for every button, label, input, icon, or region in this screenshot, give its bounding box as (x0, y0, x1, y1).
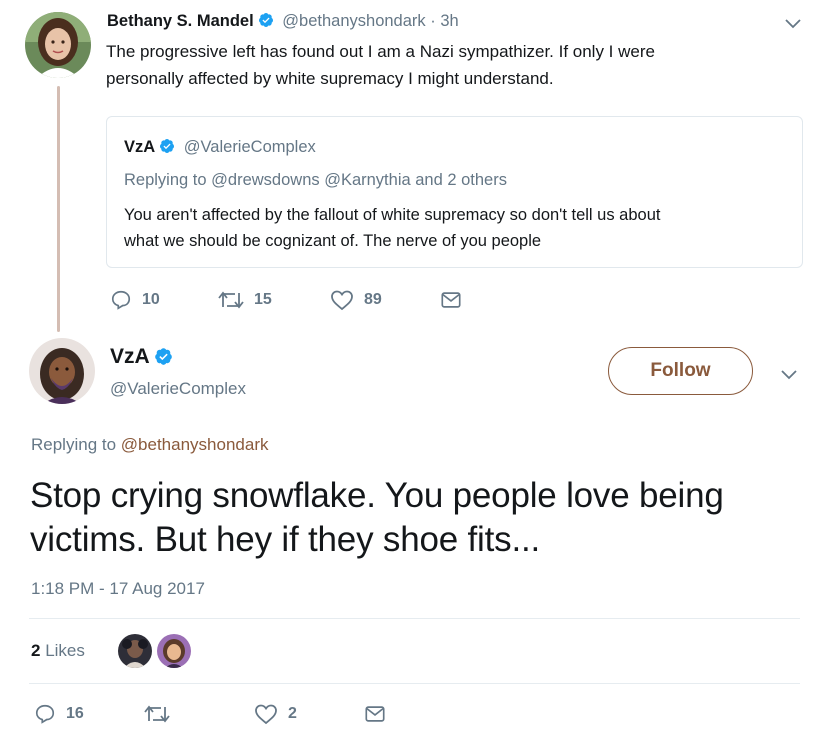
replying-prefix: Replying to (31, 435, 117, 454)
message-icon (365, 706, 385, 722)
avatar-bethany[interactable] (25, 12, 91, 78)
liker-avatar[interactable] (118, 634, 152, 668)
tweet-timestamp[interactable]: 1:18 PM - 17 Aug 2017 (31, 579, 205, 599)
author-handle[interactable]: @bethanyshondark (282, 12, 425, 30)
like-icon (255, 704, 277, 725)
retweet-count: 15 (254, 291, 272, 308)
text-line: what we should be cognizant of. The nerv… (124, 232, 542, 250)
author-name[interactable]: Bethany S. Mandel (107, 12, 254, 30)
replying-targets: @drewsdowns @Karnythia and 2 others (211, 171, 507, 189)
main-author-line: VzA (110, 345, 173, 369)
likes-count: 2 (31, 641, 41, 660)
author-handle: @ValerieComplex (183, 138, 316, 156)
text-line: victims. But hey if they shoe fits... (30, 520, 541, 559)
retweet-icon (144, 705, 170, 723)
like-action[interactable]: 89 (330, 289, 382, 311)
like-action[interactable]: 2 (254, 703, 297, 725)
text-line: The progressive left has found out I am … (106, 42, 655, 61)
text-line: personally affected by white supremacy I… (106, 69, 554, 88)
reply-icon (111, 290, 131, 310)
reply-action[interactable]: 16 (34, 703, 84, 725)
message-action[interactable] (440, 289, 472, 311)
thread-line (57, 86, 60, 332)
message-action[interactable] (364, 703, 396, 725)
replying-prefix: Replying to (124, 171, 207, 189)
follow-button[interactable]: Follow (608, 347, 753, 395)
quoted-tweet-text: The progressive left has found out I am … (106, 38, 655, 92)
embedded-replying-to: Replying to @drewsdowns @Karnythia and 2… (124, 171, 507, 190)
embedded-text: You aren't affected by the fallout of wh… (124, 202, 660, 254)
reply-action[interactable]: 10 (110, 289, 160, 311)
chevron-down-icon[interactable] (779, 365, 799, 390)
verified-icon (160, 139, 175, 153)
main-tweet-text: Stop crying snowflake. You people love b… (30, 474, 724, 562)
message-icon (441, 292, 461, 308)
text-line: Stop crying snowflake. You people love b… (30, 476, 724, 515)
embedded-header: VzA @ValerieComplex (124, 138, 316, 157)
verified-icon (258, 13, 273, 27)
author-name[interactable]: VzA (110, 345, 150, 368)
text-line: You aren't affected by the fallout of wh… (124, 206, 661, 224)
verified-icon (154, 348, 172, 365)
replying-target-link[interactable]: @bethanyshondark (121, 435, 269, 454)
reply-count: 16 (66, 705, 84, 722)
likes-summary[interactable]: 2 Likes (31, 641, 85, 661)
divider (29, 683, 800, 684)
tweet-time[interactable]: · 3h (430, 12, 458, 30)
author-name: VzA (124, 138, 156, 156)
divider (29, 618, 800, 619)
liker-avatar[interactable] (157, 634, 191, 668)
author-handle[interactable]: @ValerieComplex (110, 379, 246, 399)
retweet-action[interactable] (144, 703, 180, 725)
reply-count: 10 (142, 291, 160, 308)
reply-icon (35, 704, 55, 724)
chevron-down-icon[interactable] (783, 14, 803, 39)
like-count: 89 (364, 291, 382, 308)
quoted-tweet-header: Bethany S. Mandel @bethanyshondark · 3h (107, 12, 459, 31)
main-replying-to: Replying to @bethanyshondark (31, 435, 268, 455)
like-count: 2 (288, 705, 297, 722)
like-icon (331, 290, 353, 311)
retweet-icon (218, 291, 244, 309)
retweet-action[interactable]: 15 (218, 289, 272, 311)
likes-label: Likes (45, 641, 85, 660)
avatar-vza[interactable] (29, 338, 95, 404)
